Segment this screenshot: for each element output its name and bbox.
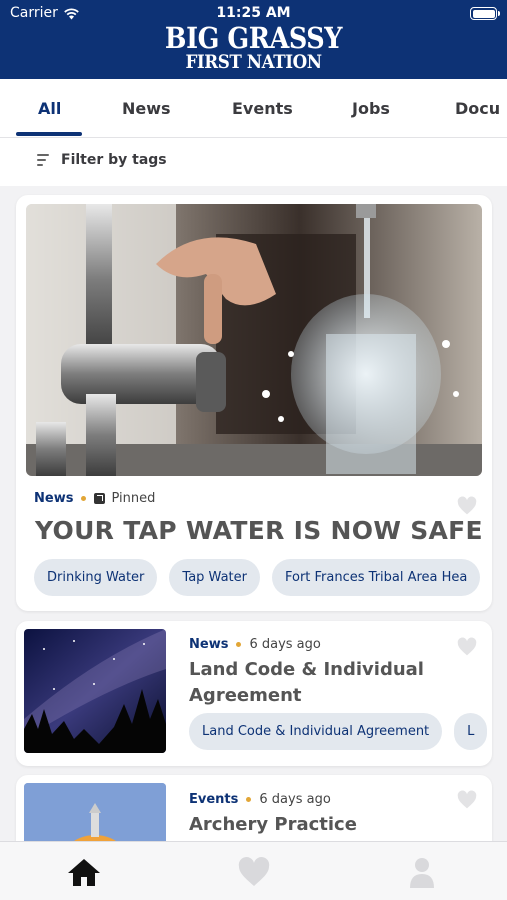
home-icon[interactable] — [66, 856, 102, 888]
tag-chip[interactable]: Land Code & Individual Agreement — [189, 713, 443, 750]
post-category: News — [189, 637, 229, 652]
filter-by-tags-label: Filter by tags — [61, 152, 167, 168]
post-image-night-sky — [24, 629, 166, 753]
tag-chip[interactable]: L — [454, 713, 488, 750]
category-tabs: All News Events Jobs Docu — [0, 79, 507, 138]
heart-icon[interactable] — [457, 790, 477, 810]
filter-icon — [37, 154, 49, 166]
post-category: News — [34, 491, 74, 506]
meta-separator-dot — [236, 642, 242, 647]
heart-icon[interactable] — [457, 637, 477, 657]
tab-jobs[interactable]: Jobs — [352, 99, 390, 118]
tab-documents[interactable]: Docu — [455, 99, 500, 118]
profile-icon[interactable] — [404, 856, 440, 888]
tag-chip[interactable]: Drinking Water — [34, 559, 158, 596]
post-meta: Events 6 days ago — [189, 792, 331, 807]
post-timestamp: 6 days ago — [259, 792, 331, 807]
app-logo: BIG GRASSY FIRST NATION — [0, 24, 507, 72]
tag-list: Land Code & Individual Agreement L — [189, 713, 492, 750]
logo-line-1: BIG GRASSY — [164, 21, 343, 55]
tag-chip[interactable]: Fort Frances Tribal Area Hea — [271, 559, 480, 596]
heart-icon[interactable] — [236, 856, 272, 888]
pinned-label: Pinned — [111, 491, 156, 506]
post-meta: News 6 days ago — [189, 637, 321, 652]
heart-icon[interactable] — [457, 496, 477, 516]
status-time: 11:25 AM — [216, 5, 291, 21]
post-card-tap-water[interactable]: News Pinned YOUR TAP WATER IS NOW SAFE D… — [16, 195, 492, 611]
post-timestamp: 6 days ago — [249, 637, 321, 652]
tab-all[interactable]: All — [38, 99, 61, 118]
post-title[interactable]: Archery Practice — [189, 814, 357, 835]
bottom-navigation — [0, 841, 507, 900]
post-card-land-code[interactable]: News 6 days ago Land Code & Individual A… — [16, 621, 492, 766]
post-title[interactable]: Land Code & Individual Agreement — [189, 657, 479, 709]
app-header: Carrier 11:25 AM BIG GRASSY FIRST NATION — [0, 0, 507, 79]
post-image-tap-water — [26, 204, 482, 476]
meta-separator-dot — [81, 496, 87, 501]
active-tab-indicator — [16, 132, 82, 136]
tag-list: Drinking Water Tap Water Fort Frances Tr… — [34, 559, 480, 596]
logo-line-2: FIRST NATION — [185, 51, 322, 73]
post-meta: News Pinned — [34, 491, 155, 506]
meta-separator-dot — [246, 797, 252, 802]
tab-news[interactable]: News — [122, 99, 171, 118]
pin-icon — [94, 493, 106, 504]
tab-events[interactable]: Events — [232, 99, 293, 118]
tag-chip[interactable]: Tap Water — [169, 559, 260, 596]
battery-icon — [470, 7, 500, 20]
filter-bar[interactable]: Filter by tags — [0, 138, 507, 186]
post-category: Events — [189, 792, 239, 807]
post-title[interactable]: YOUR TAP WATER IS NOW SAFE — [35, 516, 483, 545]
